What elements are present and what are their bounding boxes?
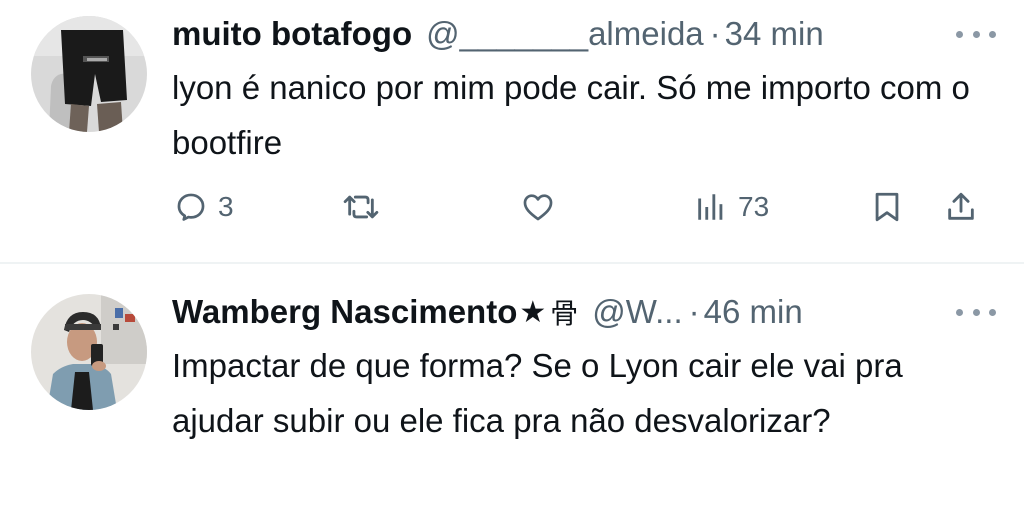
name-glyph: ⾻ [550,298,579,329]
user-handle[interactable]: @W... [592,293,682,331]
avatar[interactable] [31,16,147,132]
reply-icon [177,193,205,221]
share-button[interactable] [944,182,978,232]
tweet-text: lyon é nanico por mim pode cair. Só me i… [172,69,970,161]
more-options-icon[interactable] [956,302,996,322]
display-name[interactable]: muito botafogo [172,15,412,53]
user-handle[interactable]: @_______almeida [426,15,704,53]
separator-dot: · [688,293,700,330]
heart-icon [523,194,553,221]
timestamp[interactable]: 34 min [725,15,824,53]
avatar-photo-dark-shorts [31,16,147,132]
bookmark-button[interactable] [870,182,904,232]
tweet[interactable]: Wamberg Nascimento ★ ⾻ @W... · 46 min Im… [0,264,1024,512]
like-button[interactable] [520,182,556,232]
avatar-photo-mirror-selfie [31,294,147,410]
bookmark-icon [875,192,899,222]
tweet-text: Impactar de que forma? Se o Lyon cair el… [172,347,903,439]
analytics-icon [698,194,723,220]
retweet-button[interactable] [342,182,380,232]
more-options-icon[interactable] [956,24,996,44]
retweet-icon [343,195,379,219]
reply-button[interactable]: 3 [174,182,234,232]
reply-count: 3 [218,191,234,222]
tweet-actions: 3 73 [0,182,1024,232]
tweet-header: muito botafogo @_______almeida · 34 min [172,12,824,56]
timestamp[interactable]: 46 min [704,293,803,331]
avatar[interactable] [31,294,147,410]
display-name[interactable]: Wamberg Nascimento [172,293,517,331]
views-button[interactable]: 73 [694,182,769,232]
separator-dot: · [709,15,721,52]
share-icon [948,192,974,220]
views-count: 73 [738,191,770,222]
tweet-header: Wamberg Nascimento ★ ⾻ @W... · 46 min [172,290,803,334]
tweet[interactable]: muito botafogo @_______almeida · 34 min … [0,0,1024,262]
star-icon: ★ [519,295,547,329]
